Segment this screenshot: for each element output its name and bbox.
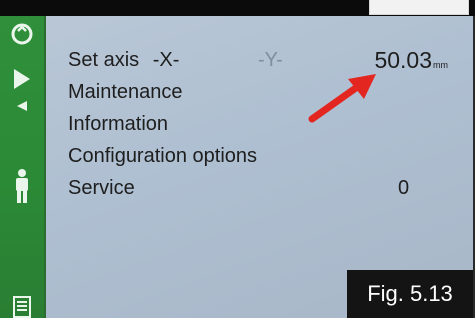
menu-item-service[interactable]: Service 0 xyxy=(68,172,448,204)
power-icon[interactable] xyxy=(0,22,44,46)
menu-item-label: Configuration options xyxy=(68,145,258,167)
play-left-icon[interactable] xyxy=(0,100,44,112)
document-list-icon[interactable] xyxy=(0,296,44,318)
menu-item-information[interactable]: Information xyxy=(68,108,448,140)
top-bar xyxy=(0,0,475,16)
play-right-icon[interactable] xyxy=(0,68,44,90)
figure-caption: Fig. 5.13 xyxy=(347,270,473,318)
menu-item-set-axis[interactable]: Set axis -X- -Y- 50.03mm xyxy=(68,44,448,76)
menu-item-maintenance[interactable]: Maintenance xyxy=(68,76,448,108)
service-value: 0 xyxy=(398,177,410,199)
menu-item-label: Information xyxy=(68,113,169,135)
side-rail xyxy=(0,16,46,318)
menu-item-configuration-options[interactable]: Configuration options xyxy=(68,140,448,172)
pointer-arrow-icon xyxy=(308,74,376,123)
device-frame: Set axis -X- -Y- 50.03mm Maintenance Inf… xyxy=(0,16,475,318)
top-right-panel xyxy=(369,0,469,15)
menu-item-label: Set axis xyxy=(68,49,140,71)
menu-screen: Set axis -X- -Y- 50.03mm Maintenance Inf… xyxy=(46,16,473,318)
axis-value-number: 50.03 xyxy=(374,47,432,73)
menu-list: Set axis -X- -Y- 50.03mm Maintenance Inf… xyxy=(68,44,448,204)
menu-item-label: Maintenance xyxy=(68,81,183,103)
axis-x-option[interactable]: -X- xyxy=(153,49,180,71)
axis-value-unit: mm xyxy=(433,60,448,70)
axis-y-option[interactable]: -Y- xyxy=(258,44,283,76)
menu-item-label: Service xyxy=(68,177,135,199)
person-icon[interactable] xyxy=(0,168,44,204)
